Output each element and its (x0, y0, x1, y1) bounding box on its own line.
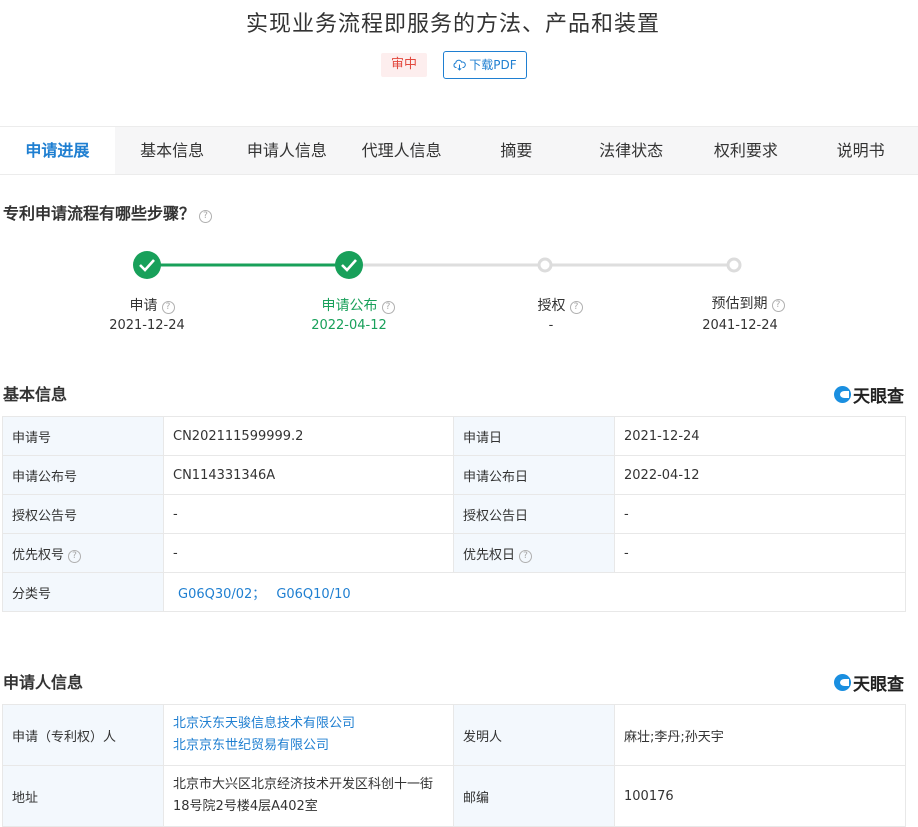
table-row: 优先权号? - 优先权日? - (2, 533, 906, 573)
download-pdf-button[interactable]: 下载PDF (443, 51, 527, 79)
label-text: 优先权日 (463, 547, 516, 563)
applicant-info-title: 申请人信息 (3, 673, 84, 692)
applicant-link[interactable]: 北京京东世纪贸易有限公司 (173, 735, 444, 757)
progress-track (133, 251, 742, 279)
tab-abstract[interactable]: 摘要 (459, 127, 574, 174)
table-row: 分类号 G06Q30/02； G06Q10/10 (2, 572, 906, 612)
value-priority-date: - (614, 533, 906, 573)
check-circle-icon (335, 251, 363, 279)
tianyancha-logo-icon (834, 674, 851, 691)
tab-applicant-info[interactable]: 申请人信息 (230, 127, 345, 174)
classification-link[interactable]: G06Q10/10 (276, 587, 350, 602)
applicant-info-table: 申请（专利权）人 北京沃东天骏信息技术有限公司 北京京东世纪贸易有限公司 发明人… (2, 704, 906, 827)
value-postcode: 100176 (614, 765, 906, 827)
help-icon[interactable]: ? (519, 549, 533, 563)
tab-progress[interactable]: 申请进展 (0, 127, 115, 174)
table-row: 授权公告号 - 授权公告日 - (2, 494, 906, 534)
step-label-grant: 授权? (490, 295, 630, 315)
tianyancha-logo: 天眼查 (834, 382, 904, 407)
label-postcode: 邮编 (453, 765, 615, 827)
check-circle-icon (133, 251, 161, 279)
value-publication-date: 2022-04-12 (614, 455, 906, 495)
value-address: 北京市大兴区北京经济技术开发区科创十一街18号院2号楼4层A402室 (163, 765, 454, 827)
logo-text: 天眼查 (853, 675, 904, 695)
label-publication-number: 申请公布号 (2, 455, 164, 495)
step-label-text: 预估到期 (711, 296, 768, 312)
table-row: 地址 北京市大兴区北京经济技术开发区科创十一街18号院2号楼4层A402室 邮编… (2, 765, 906, 827)
logo-text: 天眼查 (853, 387, 904, 407)
label-priority-number: 优先权号? (2, 533, 164, 573)
value-publication-number: CN114331346A (163, 455, 454, 495)
value-application-number: CN202111599999.2 (163, 416, 454, 456)
value-applicants: 北京沃东天骏信息技术有限公司 北京京东世纪贸易有限公司 (163, 704, 454, 766)
label-application-date: 申请日 (453, 416, 615, 456)
step-date-apply: 2021-12-24 (109, 318, 185, 333)
process-question-text: 专利申请流程有哪些步骤？ (3, 204, 196, 223)
tab-claims[interactable]: 权利要求 (689, 127, 804, 174)
step-label-apply: 申请? (82, 295, 222, 315)
pending-dot-icon (726, 257, 742, 273)
label-publication-date: 申请公布日 (453, 455, 615, 495)
value-inventors: 麻壮;李丹;孙天宇 (614, 704, 906, 766)
classification-link[interactable]: G06Q30/02； (178, 587, 265, 602)
tab-description[interactable]: 说明书 (803, 127, 918, 174)
label-grant-number: 授权公告号 (2, 494, 164, 534)
help-icon[interactable]: ? (771, 299, 785, 312)
pending-dot-icon (537, 257, 553, 273)
step-label-publish: 申请公布? (288, 295, 428, 315)
step-date-grant: - (548, 318, 554, 333)
tianyancha-logo: 天眼查 (834, 670, 904, 695)
tianyancha-logo-icon (834, 386, 851, 403)
basic-info-table: 申请号 CN202111599999.2 申请日 2021-12-24 申请公布… (2, 416, 906, 612)
tab-bar: 申请进展 基本信息 申请人信息 代理人信息 摘要 法律状态 权利要求 说明书 (0, 126, 918, 175)
label-grant-date: 授权公告日 (453, 494, 615, 534)
table-row: 申请号 CN202111599999.2 申请日 2021-12-24 (2, 416, 906, 456)
label-address: 地址 (2, 765, 164, 827)
value-application-date: 2021-12-24 (614, 416, 906, 456)
label-application-number: 申请号 (2, 416, 164, 456)
value-priority-number: - (163, 533, 454, 573)
cloud-download-icon (453, 59, 467, 71)
value-grant-number: - (163, 494, 454, 534)
step-label-text: 申请 (129, 298, 158, 314)
patent-title: 实现业务流程即服务的方法、产品和装置 (245, 12, 660, 37)
step-date-publish: 2022-04-12 (311, 318, 387, 333)
value-classification: G06Q30/02； G06Q10/10 (163, 572, 906, 612)
tab-legal-status[interactable]: 法律状态 (574, 127, 689, 174)
download-pdf-label: 下载PDF (469, 58, 517, 72)
help-icon[interactable]: ? (68, 549, 82, 563)
help-icon[interactable]: ? (199, 210, 213, 223)
value-grant-date: - (614, 494, 906, 534)
help-icon[interactable]: ? (161, 301, 175, 314)
process-question: 专利申请流程有哪些步骤？? (3, 200, 213, 224)
help-icon[interactable]: ? (381, 301, 395, 314)
status-badge: 审中 (381, 53, 427, 77)
label-inventor: 发明人 (453, 704, 615, 766)
step-label-expiry: 预估到期? (678, 293, 818, 313)
step-date-expiry: 2041-12-24 (702, 318, 778, 333)
step-label-text: 授权 (537, 298, 566, 314)
label-applicant: 申请（专利权）人 (2, 704, 164, 766)
tab-basic-info[interactable]: 基本信息 (115, 127, 230, 174)
step-label-text: 申请公布 (321, 298, 378, 314)
applicant-link[interactable]: 北京沃东天骏信息技术有限公司 (173, 713, 444, 735)
label-priority-date: 优先权日? (453, 533, 615, 573)
label-text: 优先权号 (12, 547, 65, 563)
table-row: 申请公布号 CN114331346A 申请公布日 2022-04-12 (2, 455, 906, 495)
label-classification: 分类号 (2, 572, 164, 612)
tab-agent-info[interactable]: 代理人信息 (344, 127, 459, 174)
help-icon[interactable]: ? (569, 301, 583, 314)
basic-info-title: 基本信息 (3, 385, 68, 404)
table-row: 申请（专利权）人 北京沃东天骏信息技术有限公司 北京京东世纪贸易有限公司 发明人… (2, 704, 906, 766)
